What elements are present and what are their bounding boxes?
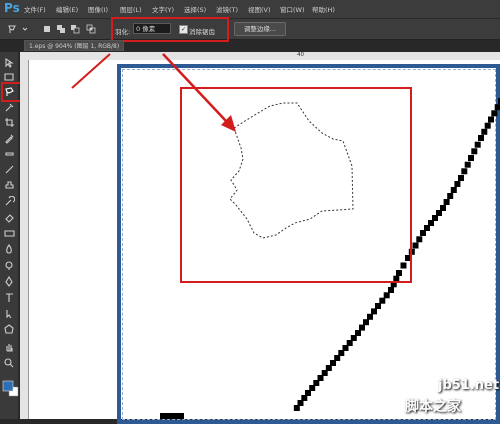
pixel-block <box>379 297 386 304</box>
pixel-block <box>420 230 426 236</box>
pixel-block <box>491 110 498 117</box>
pixel-block <box>443 199 450 205</box>
pixel-block <box>454 181 461 187</box>
pixel-block <box>367 313 373 320</box>
pixel-block <box>359 324 365 331</box>
pixel-block <box>416 236 423 243</box>
pixel-block <box>474 141 481 148</box>
pixel-block <box>488 116 494 123</box>
pixel-block <box>464 161 471 168</box>
watermark-url: jb51.net <box>438 378 500 393</box>
pixel-block <box>481 128 488 135</box>
pixel-block <box>412 242 419 249</box>
pixel-block <box>388 287 394 293</box>
pixel-block <box>468 155 474 161</box>
pixel-block <box>484 122 491 129</box>
pixel-block <box>494 104 500 111</box>
pixel-block <box>478 135 484 141</box>
arrow-line <box>71 53 111 89</box>
pixel-block <box>471 148 478 155</box>
pixel-block <box>447 193 454 199</box>
pixel-block <box>458 175 464 181</box>
pixel-block <box>363 319 369 326</box>
selection-highlight-box <box>180 87 412 283</box>
pixel-block <box>383 292 390 299</box>
pixel-block <box>461 168 468 175</box>
pixel-block <box>375 303 381 309</box>
pixel-block <box>293 405 300 411</box>
watermark-sub: 脚本之家 <box>405 399 461 415</box>
pixel-block <box>160 413 184 419</box>
foreground-color-swatch[interactable] <box>2 380 14 392</box>
pixel-block <box>371 308 377 315</box>
pixel-block <box>450 187 457 193</box>
